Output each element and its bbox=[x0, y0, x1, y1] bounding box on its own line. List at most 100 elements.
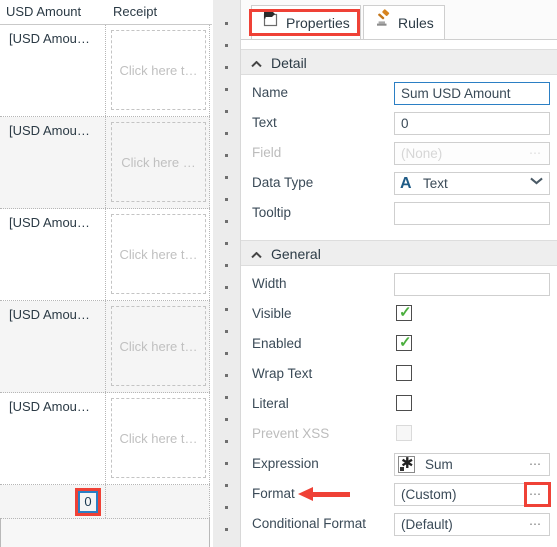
grid-body: [USD Amou… Click here t… [USD Amou… Clic… bbox=[0, 25, 212, 547]
text-type-icon: A bbox=[400, 175, 412, 192]
panel-splitter[interactable] bbox=[212, 0, 240, 547]
splitter-grip-dot bbox=[225, 462, 228, 465]
property-row-tooltip: Tooltip bbox=[241, 198, 557, 228]
splitter-grip-dot bbox=[225, 44, 228, 47]
property-label-name: Name bbox=[252, 85, 289, 100]
table-row[interactable]: [USD Amou… Click here t… bbox=[0, 393, 210, 485]
property-row-width: Width bbox=[241, 269, 557, 299]
literal-checkbox[interactable] bbox=[396, 395, 412, 411]
format-value: (Custom) bbox=[401, 487, 457, 502]
cell-receipt[interactable]: Click here … bbox=[106, 117, 210, 208]
cell-receipt[interactable]: Click here t… bbox=[106, 25, 210, 116]
tab-properties[interactable]: Properties bbox=[251, 5, 361, 39]
table-row[interactable]: [USD Amou… Click here t… bbox=[0, 209, 210, 301]
splitter-grip-dot bbox=[225, 330, 228, 333]
cell-total-usd-amount[interactable]: 0 bbox=[0, 485, 106, 518]
cell-total-receipt[interactable] bbox=[106, 485, 210, 518]
property-row-wrap-text: Wrap Text bbox=[241, 359, 557, 389]
property-label-width: Width bbox=[252, 276, 287, 291]
chevron-up-icon bbox=[252, 59, 261, 68]
properties-panel: Properties Rules Detail Name Sum USD Amo… bbox=[240, 0, 557, 547]
splitter-grip-dot bbox=[225, 286, 228, 289]
chevron-down-icon[interactable] bbox=[531, 180, 541, 186]
property-label-enabled: Enabled bbox=[252, 336, 302, 351]
splitter-grip-dot bbox=[225, 88, 228, 91]
splitter-grip-dot bbox=[225, 198, 228, 201]
property-label-wrap-text: Wrap Text bbox=[252, 366, 313, 381]
expression-icon: ✱ bbox=[398, 455, 415, 473]
cell-usd-amount[interactable]: [USD Amou… bbox=[0, 301, 106, 392]
cell-usd-amount[interactable]: [USD Amou… bbox=[0, 117, 106, 208]
cell-usd-amount[interactable]: [USD Amou… bbox=[0, 209, 106, 300]
check-icon: ✓ bbox=[399, 334, 412, 351]
property-label-field: Field bbox=[252, 145, 282, 160]
property-label-visible: Visible bbox=[252, 306, 292, 321]
column-header-usd-amount[interactable]: USD Amount bbox=[0, 0, 105, 24]
width-field[interactable] bbox=[394, 273, 550, 296]
gavel-icon bbox=[374, 7, 393, 40]
section-header-detail[interactable]: Detail bbox=[241, 49, 557, 75]
enabled-checkbox[interactable]: ✓ bbox=[396, 334, 412, 351]
receipt-dropzone[interactable]: Click here t… bbox=[111, 398, 206, 478]
splitter-grip-dot bbox=[225, 484, 228, 487]
property-label-expression: Expression bbox=[252, 456, 319, 471]
field-picker-value: (None) bbox=[401, 146, 443, 161]
conditional-format-ellipsis-button[interactable]: ⋯ bbox=[529, 514, 542, 535]
chevron-up-icon bbox=[252, 250, 261, 259]
format-ellipsis-button[interactable]: ⋯ bbox=[529, 484, 542, 505]
visible-checkbox[interactable]: ✓ bbox=[396, 304, 412, 321]
panel-tabstrip: Properties Rules bbox=[241, 0, 557, 40]
tab-properties-label: Properties bbox=[286, 14, 350, 31]
name-field[interactable]: Sum USD Amount bbox=[394, 82, 550, 105]
sum-selection-highlight: 0 bbox=[75, 488, 101, 516]
cell-receipt[interactable]: Click here t… bbox=[106, 301, 210, 392]
splitter-grip-dot bbox=[225, 506, 228, 509]
data-type-dropdown[interactable]: A Text bbox=[394, 172, 550, 195]
arrow-shaft bbox=[312, 492, 350, 497]
property-row-format: Format (Custom) ⋯ bbox=[241, 479, 557, 509]
property-label-tooltip: Tooltip bbox=[252, 205, 292, 220]
cell-receipt[interactable]: Click here t… bbox=[106, 209, 210, 300]
conditional-format-value: (Default) bbox=[401, 517, 453, 532]
receipt-dropzone[interactable]: Click here t… bbox=[111, 214, 206, 294]
property-row-visible: Visible ✓ bbox=[241, 299, 557, 329]
splitter-grip-dot bbox=[225, 396, 228, 399]
splitter-grip-dot bbox=[225, 308, 228, 311]
column-header-receipt[interactable]: Receipt bbox=[107, 0, 212, 24]
tooltip-field[interactable] bbox=[394, 202, 550, 225]
expression-ellipsis-button[interactable]: ⋯ bbox=[529, 454, 542, 475]
property-label-conditional-format: Conditional Format bbox=[252, 516, 367, 531]
table-row[interactable]: [USD Amou… Click here … bbox=[0, 117, 210, 209]
cell-usd-amount[interactable]: [USD Amou… bbox=[0, 393, 106, 484]
sum-usd-amount-control[interactable]: 0 bbox=[78, 491, 98, 513]
text-field[interactable]: 0 bbox=[394, 112, 550, 135]
splitter-grip-dot bbox=[225, 220, 228, 223]
format-picker[interactable]: (Custom) ⋯ bbox=[394, 483, 550, 506]
splitter-grip-dot bbox=[225, 66, 228, 69]
designer-footer-area bbox=[0, 519, 210, 547]
property-row-field: Field (None) ⋯ bbox=[241, 138, 557, 168]
arrow-head bbox=[298, 487, 313, 501]
property-row-conditional-format: Conditional Format (Default) ⋯ bbox=[241, 509, 557, 539]
splitter-grip-dot bbox=[225, 374, 228, 377]
tab-rules-label: Rules bbox=[398, 14, 434, 31]
expression-picker[interactable]: ✱ Sum ⋯ bbox=[394, 453, 550, 476]
section-title-general: General bbox=[271, 246, 321, 262]
property-label-data-type: Data Type bbox=[252, 175, 314, 190]
table-row[interactable]: [USD Amou… Click here t… bbox=[0, 301, 210, 393]
property-label-prevent-xss: Prevent XSS bbox=[252, 426, 330, 441]
table-row[interactable]: [USD Amou… Click here t… bbox=[0, 25, 210, 117]
form-designer-canvas[interactable]: USD Amount Receipt [USD Amou… Click here… bbox=[0, 0, 212, 547]
cell-usd-amount[interactable]: [USD Amou… bbox=[0, 25, 106, 116]
receipt-dropzone[interactable]: Click here t… bbox=[111, 306, 206, 386]
splitter-grip-dot bbox=[225, 528, 228, 531]
conditional-format-picker[interactable]: (Default) ⋯ bbox=[394, 513, 550, 536]
section-header-general[interactable]: General bbox=[241, 240, 557, 266]
tab-rules[interactable]: Rules bbox=[363, 5, 445, 39]
receipt-dropzone[interactable]: Click here t… bbox=[111, 30, 206, 110]
wrap-text-checkbox[interactable] bbox=[396, 365, 412, 381]
cell-receipt[interactable]: Click here t… bbox=[106, 393, 210, 484]
receipt-dropzone[interactable]: Click here … bbox=[111, 122, 206, 202]
table-total-row[interactable]: 0 bbox=[0, 485, 210, 519]
property-row-literal: Literal bbox=[241, 389, 557, 419]
